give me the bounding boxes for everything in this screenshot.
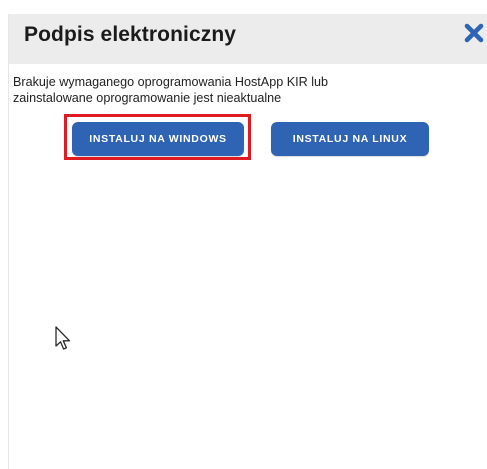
missing-software-message: Brakuje wymaganego oprogramowania HostAp… bbox=[13, 74, 473, 106]
install-windows-button[interactable]: INSTALUJ NA WINDOWS bbox=[72, 122, 244, 156]
message-line-1: Brakuje wymaganego oprogramowania HostAp… bbox=[13, 75, 329, 89]
install-linux-button[interactable]: INSTALUJ NA LINUX bbox=[271, 122, 429, 156]
dialog-title: Podpis elektroniczny bbox=[24, 23, 237, 46]
message-line-2: zainstalowane oprogramowanie jest nieakt… bbox=[13, 91, 282, 105]
dialog-header: Podpis elektroniczny bbox=[9, 14, 487, 64]
close-x-icon bbox=[464, 23, 484, 43]
electronic-signature-dialog: Podpis elektroniczny Brakuje wymaganego … bbox=[8, 14, 487, 469]
close-icon[interactable] bbox=[463, 22, 485, 44]
mouse-pointer-icon bbox=[54, 326, 72, 352]
